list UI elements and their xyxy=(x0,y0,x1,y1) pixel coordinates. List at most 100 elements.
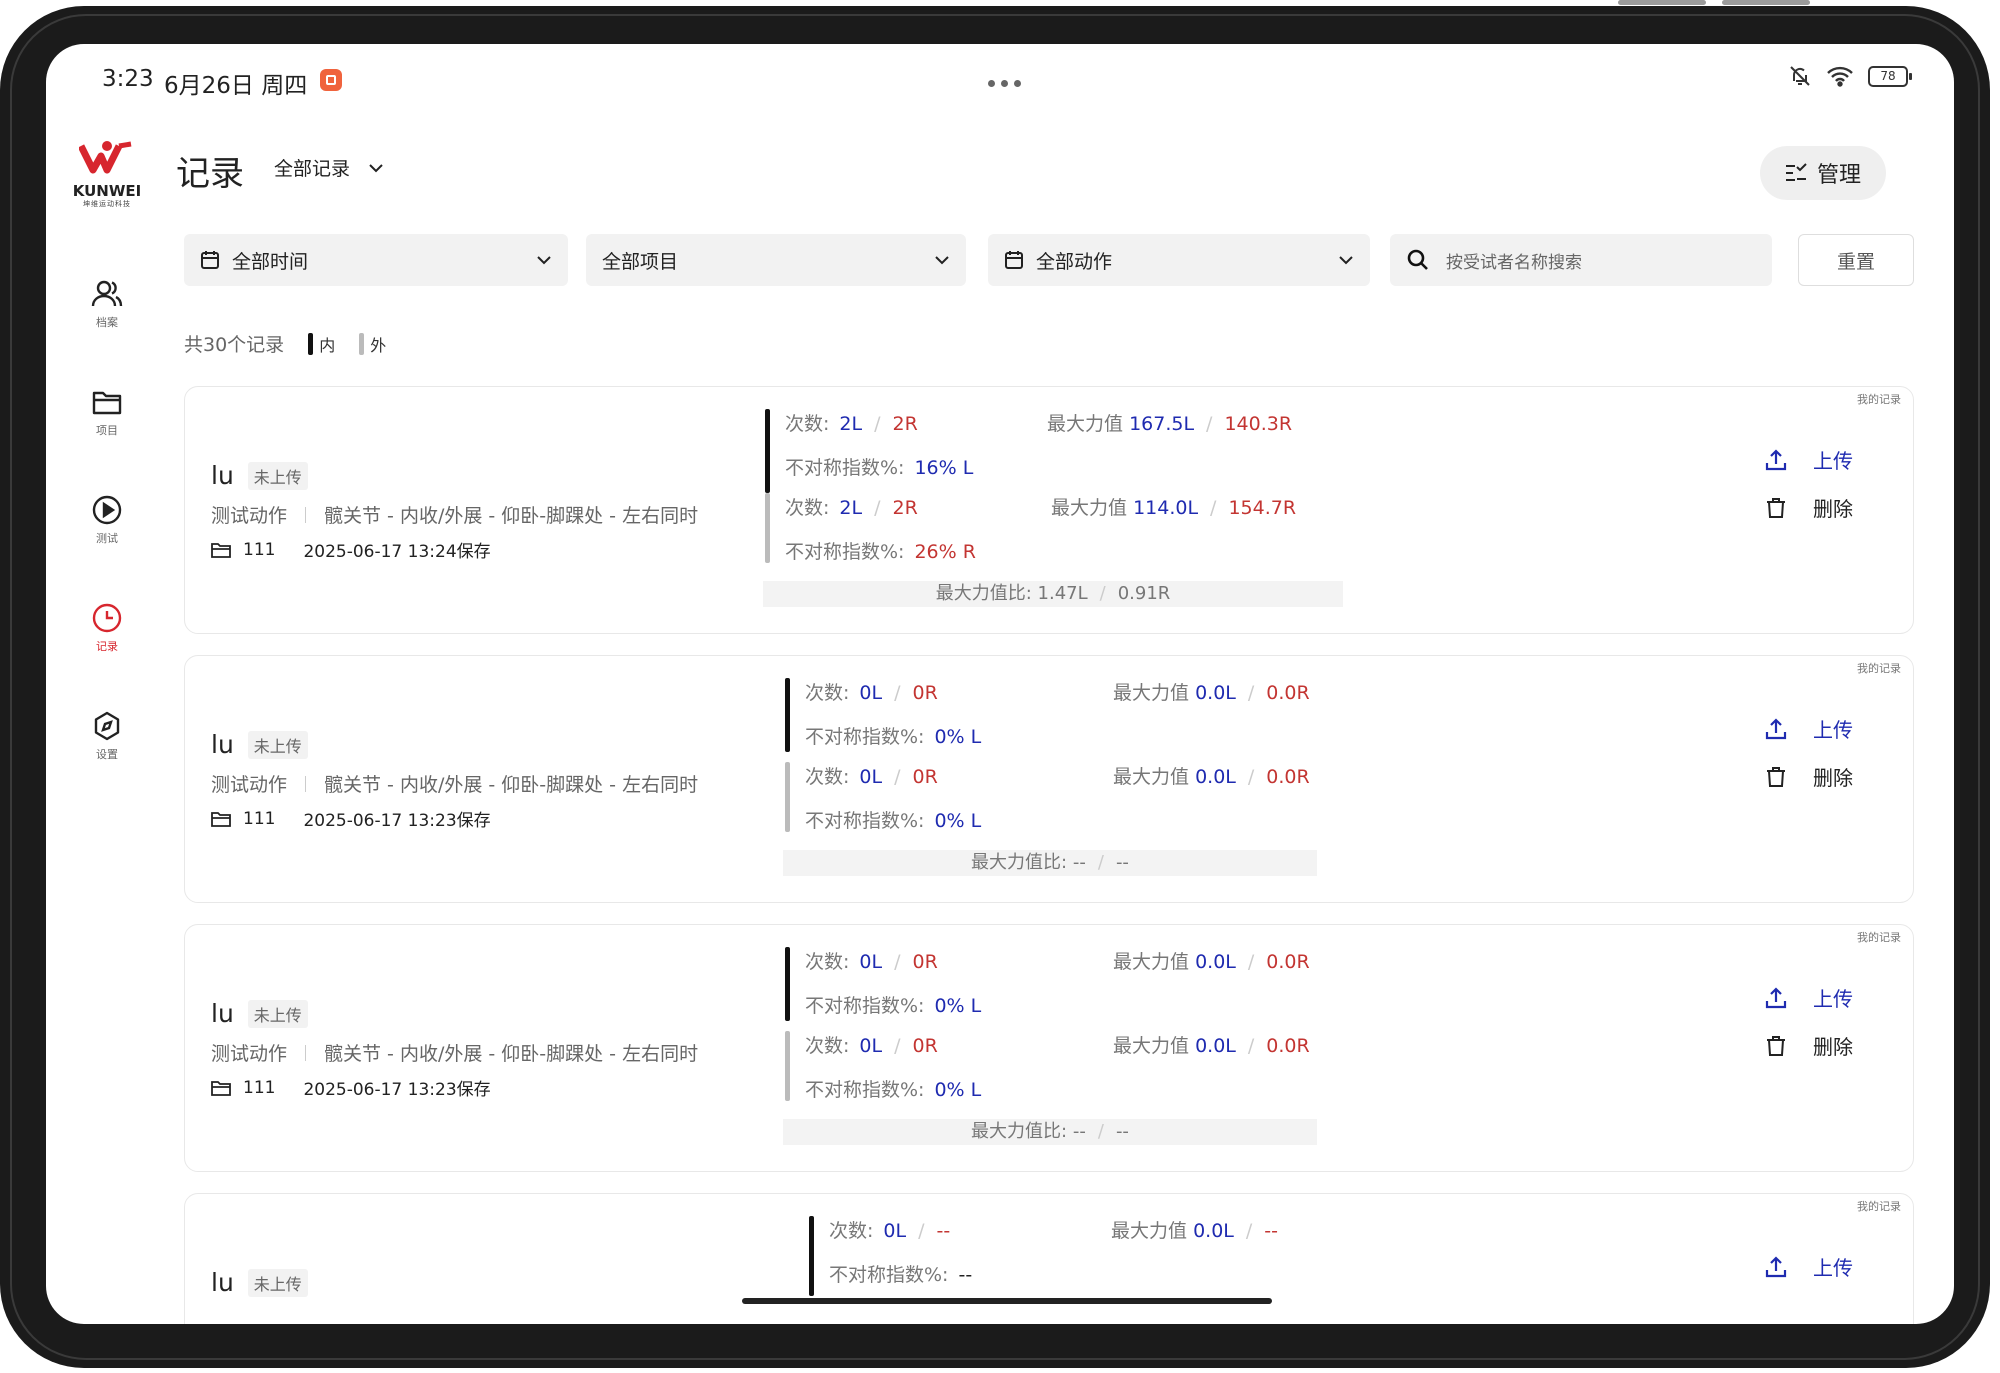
sidebar-item-label: 设置 xyxy=(96,748,118,761)
status-date: 6月26日 周四 xyxy=(164,73,308,99)
search-icon xyxy=(1407,249,1428,270)
screen: 3:23 6月26日 周四 78 KUNWEI 坤维运动科技 档案 项目 测试 … xyxy=(46,44,1954,1324)
users-icon xyxy=(91,280,123,307)
upload-button[interactable]: 上传 xyxy=(1765,1252,1853,1281)
upload-button[interactable]: 上传 xyxy=(1765,714,1853,743)
sidebar-item-label: 项目 xyxy=(96,424,118,437)
notification-icon xyxy=(320,69,342,91)
record-scope-label: 全部记录 xyxy=(274,158,351,180)
chevron-down-icon xyxy=(1339,256,1353,265)
folder-icon xyxy=(92,391,122,415)
sidebar-item-projects[interactable]: 项目 xyxy=(62,386,152,438)
action-description: 测试动作 髋关节 - 内收/外展 - 仰卧-脚踝处 - 左右同时 xyxy=(211,774,699,796)
upload-icon xyxy=(1765,448,1787,470)
reset-button[interactable]: 重置 xyxy=(1798,234,1914,286)
record-card[interactable]: 我的记录 lu 未上传 测试动作 髋关节 - 内收/外展 - 仰卧-脚踝处 - 左… xyxy=(184,386,1914,634)
legend-outer: 外 xyxy=(359,332,386,356)
more-dots-icon[interactable] xyxy=(988,72,1027,91)
sidebar-item-label: 记录 xyxy=(96,640,118,653)
record-meta: 111 2025-06-17 13:24保存 xyxy=(211,537,491,562)
logo-mark-icon xyxy=(62,140,152,183)
time-filter-value: 全部时间 xyxy=(232,250,309,273)
manage-button[interactable]: 管理 xyxy=(1760,146,1886,200)
battery-icon: 78 xyxy=(1868,65,1912,87)
max-force-ratio: 最大力值比: -- / -- xyxy=(783,850,1317,876)
upload-status-badge: 未上传 xyxy=(247,731,308,759)
upload-status-badge: 未上传 xyxy=(247,1000,308,1028)
wifi-icon xyxy=(1827,66,1853,87)
subject-name: lu 未上传 xyxy=(211,999,308,1028)
my-record-tag: 我的记录 xyxy=(1857,1200,1901,1213)
sidebar-item-settings[interactable]: 设置 xyxy=(62,710,152,762)
record-card[interactable]: 我的记录 lu 未上传 次数: 0L / -- 最大力值 0.0L / -- 不对称指数%… xyxy=(184,1193,1914,1324)
logo-subtitle: 坤维运动科技 xyxy=(83,200,131,208)
record-meta: 111 2025-06-17 13:23保存 xyxy=(211,806,491,831)
subject-search-input[interactable]: 按受试者名称搜索 xyxy=(1390,234,1772,286)
subject-name: lu 未上传 xyxy=(211,1268,308,1297)
kunwei-logo: KUNWEI 坤维运动科技 xyxy=(62,140,152,209)
sidebar-item-label: 测试 xyxy=(96,532,118,545)
subject-name-text: lu xyxy=(211,730,234,759)
chevron-down-icon xyxy=(537,256,551,265)
saved-time: 2025-06-17 13:23保存 xyxy=(303,811,491,831)
record-meta: 111 2025-06-17 13:23保存 xyxy=(211,1075,491,1100)
upload-status-badge: 未上传 xyxy=(247,1269,308,1297)
search-placeholder: 按受试者名称搜索 xyxy=(1446,252,1582,273)
upload-icon xyxy=(1765,1255,1787,1277)
calendar-icon xyxy=(201,251,219,269)
sidebar-item-test[interactable]: 测试 xyxy=(62,494,152,546)
delete-button[interactable]: 删除 xyxy=(1765,1031,1853,1060)
action-filter-value: 全部动作 xyxy=(1036,250,1113,273)
record-scope-dropdown[interactable]: 全部记录 xyxy=(274,154,384,181)
subject-name-text: lu xyxy=(211,999,234,1028)
chevron-down-icon xyxy=(935,256,949,265)
project-id: 111 xyxy=(243,808,276,829)
project-id: 111 xyxy=(243,539,276,560)
play-icon xyxy=(92,495,122,525)
subject-name: lu 未上传 xyxy=(211,461,308,490)
compass-icon xyxy=(94,711,120,741)
project-filter-select[interactable]: 全部项目 xyxy=(586,234,966,286)
logo-name: KUNWEI xyxy=(72,182,142,200)
bell-muted-icon xyxy=(1790,66,1810,86)
status-icons: 78 xyxy=(1788,64,1912,88)
sidebar-item-records[interactable]: 记录 xyxy=(62,602,152,654)
status-time: 3:23 xyxy=(102,66,154,92)
subject-name: lu 未上传 xyxy=(211,730,308,759)
sidebar-item-profiles[interactable]: 档案 xyxy=(62,278,152,330)
delete-button[interactable]: 删除 xyxy=(1765,493,1853,522)
record-card[interactable]: 我的记录 lu 未上传 测试动作 髋关节 - 内收/外展 - 仰卧-脚踝处 - 左… xyxy=(184,655,1914,903)
manage-label: 管理 xyxy=(1816,163,1861,188)
trash-icon xyxy=(1767,1035,1785,1056)
project-filter-value: 全部项目 xyxy=(602,250,679,273)
subject-name-text: lu xyxy=(211,1268,234,1297)
record-count: 共30个记录 xyxy=(184,334,285,356)
upload-icon xyxy=(1765,986,1787,1008)
power-button xyxy=(1722,0,1810,5)
my-record-tag: 我的记录 xyxy=(1857,931,1901,944)
max-force-ratio: 最大力值比: -- / -- xyxy=(783,1119,1317,1145)
action-description: 测试动作 髋关节 - 内收/外展 - 仰卧-脚踝处 - 左右同时 xyxy=(211,1043,699,1065)
max-force-ratio: 最大力值比: 1.47L/0.91R xyxy=(763,581,1343,607)
folder-icon xyxy=(211,1080,231,1096)
record-card[interactable]: 我的记录 lu 未上传 测试动作 髋关节 - 内收/外展 - 仰卧-脚踝处 - 左… xyxy=(184,924,1914,1172)
calendar-icon xyxy=(1005,251,1023,269)
delete-button[interactable]: 删除 xyxy=(1765,762,1853,791)
home-indicator[interactable] xyxy=(742,1298,1272,1304)
folder-icon xyxy=(211,811,231,827)
subject-name-text: lu xyxy=(211,461,234,490)
upload-status-badge: 未上传 xyxy=(247,462,308,490)
my-record-tag: 我的记录 xyxy=(1857,662,1901,675)
action-description: 测试动作 髋关节 - 内收/外展 - 仰卧-脚踝处 - 左右同时 xyxy=(211,505,699,527)
sidebar-item-label: 档案 xyxy=(96,316,118,329)
page-title: 记录 xyxy=(176,154,244,194)
upload-button[interactable]: 上传 xyxy=(1765,445,1853,474)
upload-button[interactable]: 上传 xyxy=(1765,983,1853,1012)
trash-icon xyxy=(1767,766,1785,787)
record-summary: 共30个记录 内 外 xyxy=(184,330,386,357)
upload-icon xyxy=(1765,717,1787,739)
legend-inner: 内 xyxy=(308,332,335,356)
my-record-tag: 我的记录 xyxy=(1857,393,1901,406)
action-filter-select[interactable]: 全部动作 xyxy=(988,234,1370,286)
time-filter-select[interactable]: 全部时间 xyxy=(184,234,568,286)
